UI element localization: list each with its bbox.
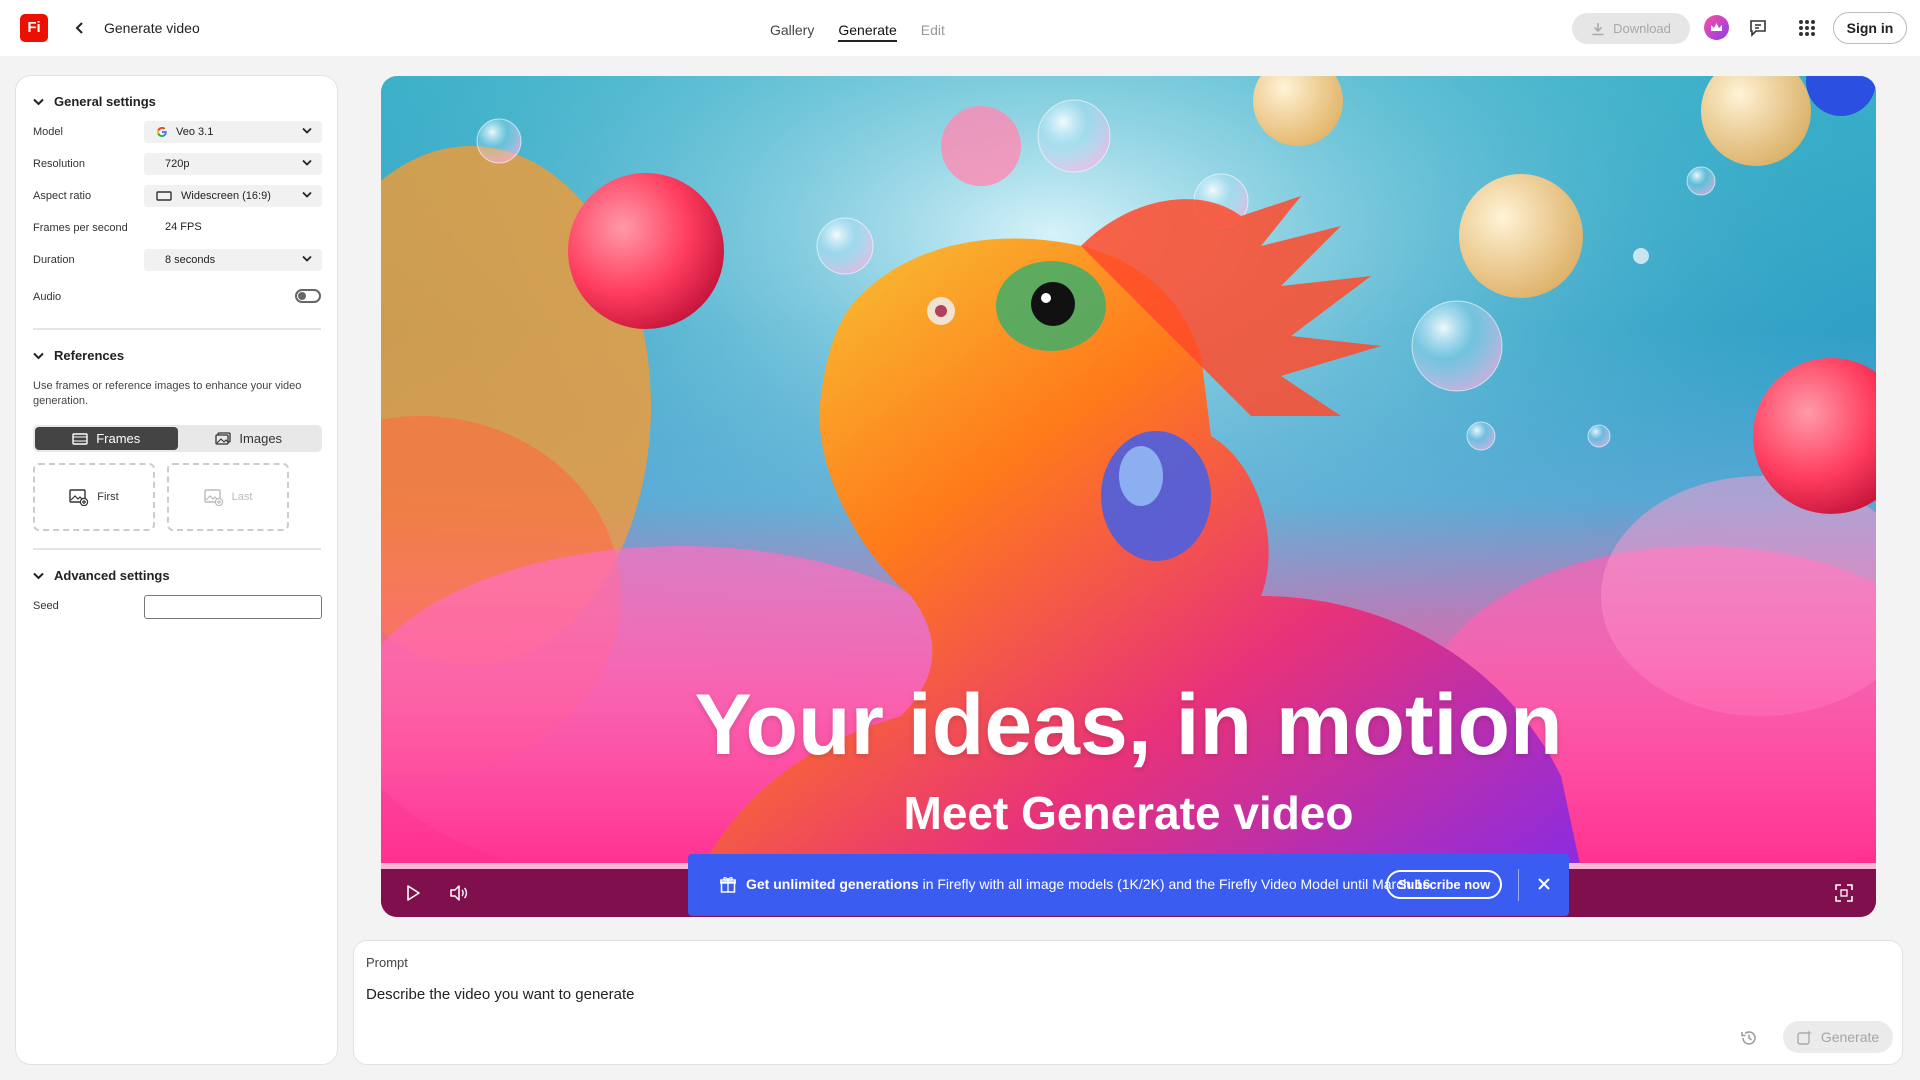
fps-label: Frames per second bbox=[33, 222, 128, 234]
references-title: References bbox=[54, 348, 125, 363]
generate-sparkle-icon bbox=[1797, 1030, 1812, 1045]
volume-icon bbox=[450, 885, 468, 901]
model-select[interactable]: Veo 3.1 bbox=[144, 121, 322, 143]
references-description: Use frames or reference images to enhanc… bbox=[33, 380, 302, 407]
add-image-icon bbox=[69, 488, 89, 506]
chevron-down-icon bbox=[33, 98, 44, 105]
download-button[interactable]: Download bbox=[1572, 13, 1690, 44]
tab-frames[interactable]: Frames bbox=[35, 427, 178, 450]
chevron-down-icon bbox=[302, 159, 312, 166]
resolution-select[interactable]: 720p bbox=[144, 153, 322, 175]
fullscreen-icon bbox=[1835, 884, 1853, 902]
prompt-label: Prompt bbox=[366, 955, 408, 970]
subscribe-button[interactable]: Subscribe now bbox=[1386, 870, 1502, 899]
aspect-ratio-value: Widescreen (16:9) bbox=[181, 190, 271, 202]
filmstrip-icon bbox=[72, 432, 88, 445]
chevron-left-icon bbox=[75, 22, 83, 34]
images-icon bbox=[215, 432, 232, 445]
add-image-icon bbox=[203, 488, 223, 506]
aspect-ratio-select[interactable]: Widescreen (16:9) bbox=[144, 185, 322, 207]
divider bbox=[33, 548, 321, 550]
top-bar: Fi Generate video Gallery Generate Edit … bbox=[0, 0, 1920, 56]
first-frame-upload[interactable]: First bbox=[33, 463, 155, 531]
toggle-knob bbox=[298, 292, 306, 300]
audio-label: Audio bbox=[33, 291, 62, 303]
gift-icon bbox=[720, 877, 736, 893]
widescreen-icon bbox=[156, 191, 172, 201]
tab-frames-label: Frames bbox=[96, 431, 141, 446]
premium-button[interactable] bbox=[1704, 15, 1729, 40]
chevron-down-icon bbox=[302, 255, 312, 262]
prompt-input[interactable] bbox=[366, 979, 1866, 1009]
duration-select[interactable]: 8 seconds bbox=[144, 249, 322, 271]
chevron-down-icon bbox=[302, 127, 312, 134]
close-banner-button[interactable] bbox=[1534, 874, 1554, 894]
crown-icon bbox=[1711, 23, 1722, 31]
tab-images[interactable]: Images bbox=[178, 427, 321, 450]
download-icon bbox=[1592, 22, 1604, 35]
promo-bold-text: Get unlimited generations bbox=[746, 876, 919, 892]
aspect-ratio-label: Aspect ratio bbox=[33, 190, 92, 202]
seed-input[interactable] bbox=[144, 595, 322, 619]
sign-in-button[interactable]: Sign in bbox=[1833, 12, 1907, 44]
tab-gallery[interactable]: Gallery bbox=[770, 0, 814, 56]
tab-images-label: Images bbox=[239, 431, 283, 446]
prompt-panel: Prompt Generate bbox=[353, 940, 1903, 1065]
play-button[interactable] bbox=[401, 881, 425, 905]
divider bbox=[33, 328, 321, 330]
fullscreen-button[interactable] bbox=[1832, 881, 1856, 905]
page-title: Generate video bbox=[104, 20, 200, 36]
tab-generate[interactable]: Generate bbox=[838, 0, 898, 56]
references-header[interactable]: References bbox=[33, 348, 124, 363]
apps-button[interactable] bbox=[1795, 16, 1819, 40]
general-settings-header[interactable]: General settings bbox=[33, 94, 156, 109]
hero-title: Your ideas, in motion bbox=[694, 677, 1563, 773]
firefly-logo[interactable]: Fi bbox=[20, 14, 48, 42]
generate-button[interactable]: Generate bbox=[1783, 1021, 1893, 1053]
banner-divider bbox=[1518, 869, 1519, 901]
resolution-value: 720p bbox=[165, 158, 190, 170]
seed-label: Seed bbox=[33, 600, 59, 612]
last-frame-upload[interactable]: Last bbox=[167, 463, 289, 531]
history-button[interactable] bbox=[1738, 1027, 1760, 1049]
volume-button[interactable] bbox=[447, 881, 471, 905]
first-frame-label: First bbox=[97, 491, 119, 503]
resolution-label: Resolution bbox=[33, 158, 85, 170]
advanced-settings-title: Advanced settings bbox=[54, 568, 170, 583]
back-button[interactable] bbox=[70, 16, 90, 40]
app-grid-icon bbox=[1799, 20, 1815, 36]
feedback-button[interactable] bbox=[1746, 16, 1770, 40]
references-tabs: Frames Images bbox=[33, 425, 322, 452]
advanced-settings-header[interactable]: Advanced settings bbox=[33, 568, 170, 583]
google-icon bbox=[156, 127, 167, 137]
chevron-down-icon bbox=[302, 191, 312, 198]
promo-text: Get unlimited generations in Firefly wit… bbox=[746, 876, 1434, 892]
nav-tabs: Gallery Generate Edit bbox=[770, 0, 945, 56]
general-settings-title: General settings bbox=[54, 94, 156, 109]
close-icon bbox=[1538, 878, 1550, 890]
chevron-down-icon bbox=[33, 352, 44, 359]
play-icon bbox=[407, 885, 420, 901]
audio-toggle[interactable] bbox=[295, 289, 321, 303]
promo-body-text: in Firefly with all image models (1K/2K)… bbox=[918, 876, 1435, 892]
tab-edit[interactable]: Edit bbox=[921, 0, 945, 56]
settings-panel: General settings Model Veo 3.1 Resolutio… bbox=[15, 75, 338, 1065]
last-frame-label: Last bbox=[231, 491, 253, 503]
history-icon bbox=[1741, 1031, 1756, 1045]
duration-label: Duration bbox=[33, 254, 75, 266]
duration-value: 8 seconds bbox=[165, 254, 216, 266]
download-label: Download bbox=[1613, 21, 1671, 36]
model-value: Veo 3.1 bbox=[176, 126, 214, 138]
chevron-down-icon bbox=[33, 572, 44, 579]
hero-subtitle: Meet Generate video bbox=[903, 787, 1354, 839]
model-label: Model bbox=[33, 126, 63, 138]
fps-value: 24 FPS bbox=[165, 221, 202, 233]
chat-bubble-icon bbox=[1750, 20, 1766, 37]
video-preview: Your ideas, in motion Meet Generate vide… bbox=[381, 76, 1876, 917]
generate-label: Generate bbox=[1820, 1029, 1880, 1045]
promo-banner: Get unlimited generations in Firefly wit… bbox=[688, 854, 1569, 916]
